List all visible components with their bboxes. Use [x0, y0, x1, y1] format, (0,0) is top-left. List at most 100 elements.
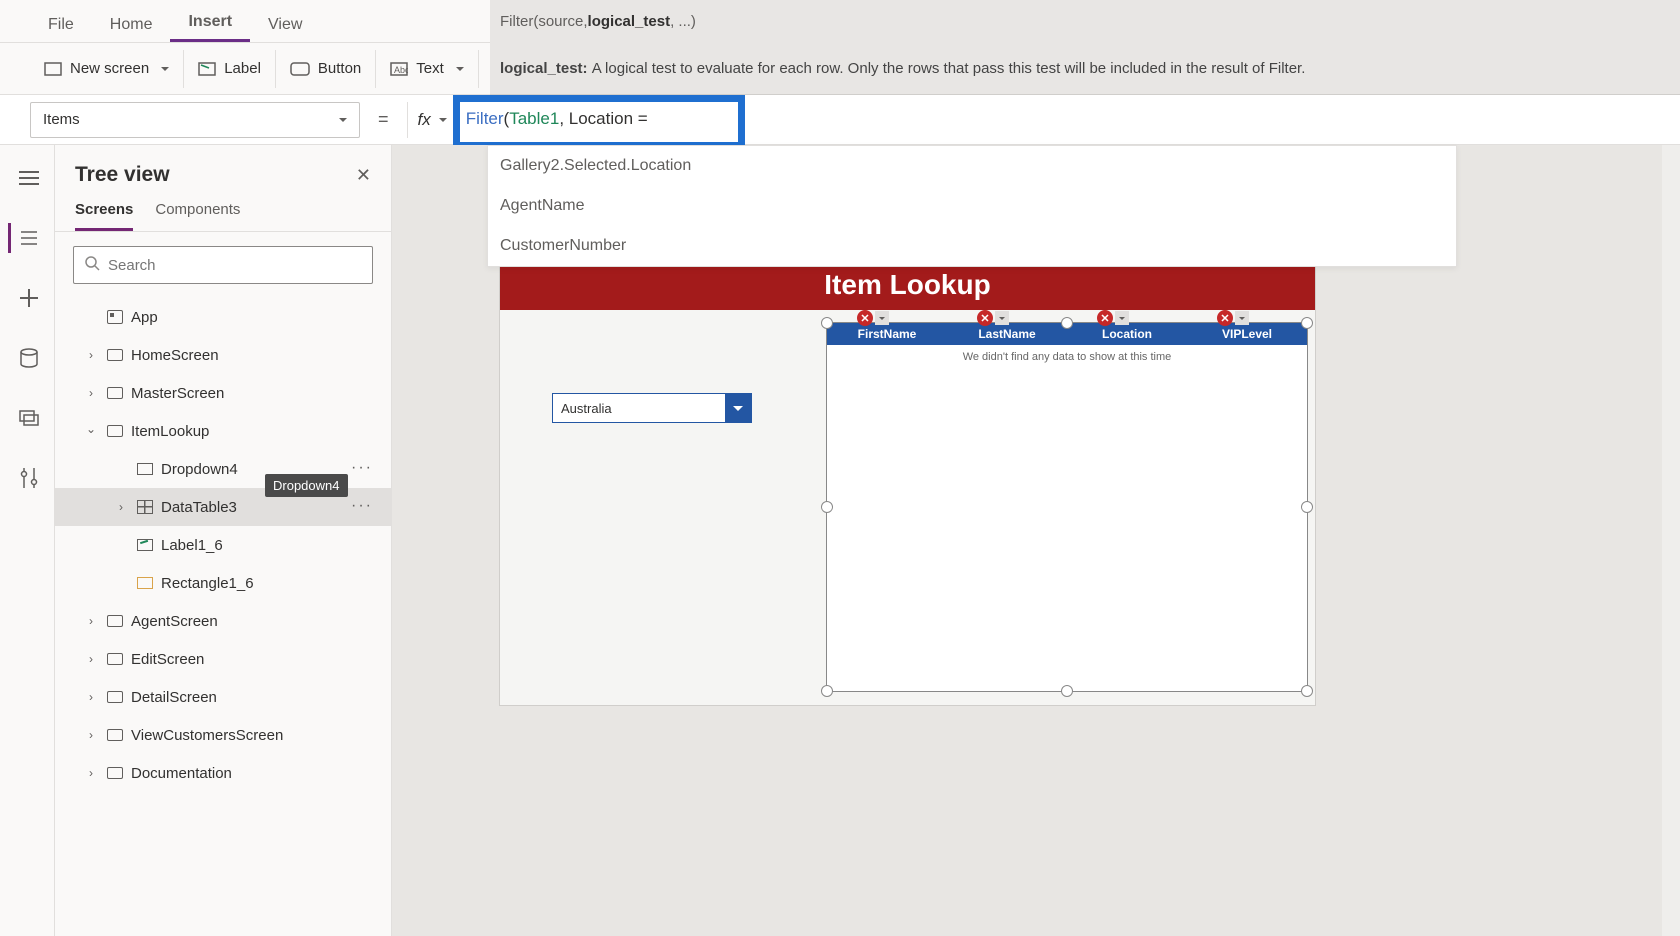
rail-data[interactable]: [8, 343, 46, 373]
rail-advanced[interactable]: [8, 463, 46, 493]
tree-item-label: DataTable3: [161, 499, 237, 516]
chevron-icon[interactable]: [83, 690, 99, 704]
hint-pre: Filter(source,: [500, 13, 588, 30]
chevron-icon[interactable]: [83, 728, 99, 742]
fx-button[interactable]: fx: [407, 102, 458, 138]
tree-view-panel: Tree view ✕ Screens Components AppHomeSc…: [55, 145, 392, 936]
label-icon: [137, 539, 153, 551]
app-canvas[interactable]: Item Lookup Australia ✕ FirstName ✕ Last…: [500, 260, 1315, 705]
formula-param-description: logical_test: A logical test to evaluate…: [490, 43, 1680, 95]
formula-input[interactable]: Filter(Table1, Location =: [458, 102, 1680, 138]
column-label: LastName: [978, 327, 1035, 341]
rail-tree-view[interactable]: [8, 223, 46, 253]
tree-item-detailscreen[interactable]: DetailScreen: [55, 678, 391, 716]
data-table[interactable]: ✕ FirstName ✕ LastName ✕ Location ✕ VIPL…: [826, 322, 1308, 692]
rail-insert[interactable]: [8, 283, 46, 313]
remove-column-icon[interactable]: ✕: [857, 310, 873, 326]
menu-view[interactable]: View: [250, 6, 320, 42]
rail-media[interactable]: [8, 403, 46, 433]
screen-icon: [107, 691, 123, 703]
hint-post: , ...): [670, 13, 696, 30]
label-button[interactable]: Label: [184, 50, 276, 88]
formula-bar-row: Items = fx Filter(Table1, Location =: [0, 95, 1680, 145]
button-button-text: Button: [318, 60, 361, 77]
tree-item-itemlookup[interactable]: ItemLookup: [55, 412, 391, 450]
table-column-header[interactable]: ✕ Location: [1067, 323, 1187, 345]
screen-icon: [107, 425, 123, 437]
tree-item-editscreen[interactable]: EditScreen: [55, 640, 391, 678]
column-menu-icon[interactable]: [995, 311, 1009, 325]
new-screen-button[interactable]: New screen: [30, 50, 184, 88]
screen-icon: [107, 349, 123, 361]
label-button-text: Label: [224, 60, 261, 77]
table-empty-message: We didn't find any data to show at this …: [827, 345, 1307, 369]
tree-item-documentation[interactable]: Documentation: [55, 754, 391, 792]
remove-column-icon[interactable]: ✕: [1217, 310, 1233, 326]
menu-file[interactable]: File: [30, 6, 92, 42]
tree-item-homescreen[interactable]: HomeScreen: [55, 336, 391, 374]
more-icon[interactable]: ···: [351, 459, 373, 477]
column-menu-icon[interactable]: [1115, 311, 1129, 325]
fx-icon: fx: [418, 110, 431, 130]
text-icon: Abc: [390, 62, 408, 76]
table-column-header[interactable]: ✕ FirstName: [827, 323, 947, 345]
chevron-icon[interactable]: [83, 386, 99, 400]
suggestion-item[interactable]: CustomerNumber: [488, 226, 1456, 266]
column-label: Location: [1102, 327, 1152, 341]
chevron-icon[interactable]: [113, 500, 129, 514]
column-menu-icon[interactable]: [1235, 311, 1249, 325]
screen-icon: [107, 615, 123, 627]
button-button[interactable]: Button: [276, 50, 376, 88]
tree-item-rectangle1_6[interactable]: Rectangle1_6: [55, 564, 391, 602]
selection-handle[interactable]: [1301, 685, 1313, 697]
tree-list: AppHomeScreenMasterScreenItemLookupDropd…: [55, 298, 391, 936]
table-column-header[interactable]: ✕ VIPLevel: [1187, 323, 1307, 345]
selection-handle[interactable]: [821, 685, 833, 697]
selection-handle[interactable]: [1061, 685, 1073, 697]
property-selector-value: Items: [43, 111, 80, 128]
tree-item-agentscreen[interactable]: AgentScreen: [55, 602, 391, 640]
suggestion-item[interactable]: Gallery2.Selected.Location: [488, 146, 1456, 186]
column-menu-icon[interactable]: [875, 311, 889, 325]
tab-components[interactable]: Components: [155, 201, 240, 231]
tree-item-dropdown4[interactable]: Dropdown4···Dropdown4: [55, 450, 391, 488]
selection-handle[interactable]: [1301, 317, 1313, 329]
close-icon[interactable]: ✕: [356, 165, 371, 186]
tree-item-viewcustomersscreen[interactable]: ViewCustomersScreen: [55, 716, 391, 754]
search-input[interactable]: [108, 257, 362, 274]
selection-handle[interactable]: [821, 501, 833, 513]
formula-field: Location: [569, 109, 633, 128]
button-icon: [290, 62, 310, 76]
search-icon: [84, 255, 100, 276]
column-chip: ✕: [1097, 310, 1129, 326]
suggestion-item[interactable]: AgentName: [488, 186, 1456, 226]
remove-column-icon[interactable]: ✕: [977, 310, 993, 326]
text-button[interactable]: Abc Text: [376, 50, 479, 88]
selection-handle[interactable]: [821, 317, 833, 329]
tree-search[interactable]: [73, 246, 373, 284]
table-column-header[interactable]: ✕ LastName: [947, 323, 1067, 345]
selection-handle[interactable]: [1061, 317, 1073, 329]
app-icon: [107, 310, 123, 324]
chevron-icon[interactable]: [83, 652, 99, 666]
dropdown-control[interactable]: Australia: [552, 393, 752, 423]
chevron-icon[interactable]: [83, 348, 99, 362]
rail-hamburger[interactable]: [8, 163, 46, 193]
menu-home[interactable]: Home: [92, 6, 171, 42]
property-selector[interactable]: Items: [30, 102, 360, 138]
tab-screens[interactable]: Screens: [75, 201, 133, 231]
tree-item-label1_6[interactable]: Label1_6: [55, 526, 391, 564]
tree-item-app[interactable]: App: [55, 298, 391, 336]
chevron-down-icon: [725, 394, 751, 422]
scrollbar-track[interactable]: [1662, 145, 1680, 936]
menu-insert[interactable]: Insert: [170, 3, 250, 42]
more-icon[interactable]: ···: [351, 497, 373, 515]
column-label: VIPLevel: [1222, 327, 1272, 341]
selection-handle[interactable]: [1301, 501, 1313, 513]
tree-item-masterscreen[interactable]: MasterScreen: [55, 374, 391, 412]
chevron-icon[interactable]: [83, 766, 99, 780]
remove-column-icon[interactable]: ✕: [1097, 310, 1113, 326]
chevron-icon[interactable]: [83, 424, 99, 438]
hint-param-name: logical_test:: [500, 60, 588, 77]
chevron-icon[interactable]: [83, 614, 99, 628]
